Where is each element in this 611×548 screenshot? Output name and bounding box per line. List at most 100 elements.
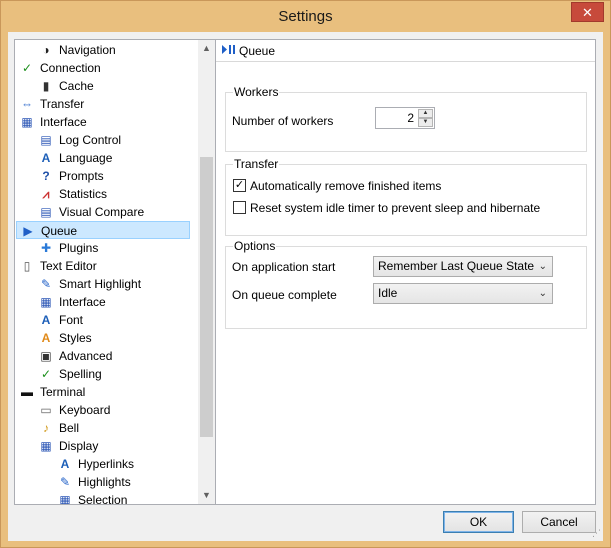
smart-highlight-icon: ✎: [40, 276, 52, 291]
on-start-label: On application start: [232, 260, 336, 274]
tree-item-label: Styles: [59, 331, 92, 345]
styles-icon: A: [41, 330, 51, 345]
spin-up-icon[interactable]: ▲: [418, 109, 433, 118]
options-group: Options On application start Remember La…: [225, 240, 587, 329]
advanced-icon: ▣: [40, 348, 52, 363]
display-icon: ▦: [40, 438, 52, 453]
cancel-button[interactable]: Cancel: [522, 511, 596, 533]
scroll-up-icon[interactable]: ▲: [198, 40, 215, 57]
tree-item-prompts[interactable]: ? Prompts: [38, 167, 103, 185]
tree-item-label: Selection: [78, 493, 128, 505]
pane-header: Queue: [216, 40, 595, 62]
tree-item-label: Advanced: [59, 349, 113, 363]
tree-item-advanced[interactable]: ▣ Advanced: [38, 347, 112, 365]
tree-scrollbar[interactable]: ▲ ▼: [198, 40, 215, 504]
tree-item-display[interactable]: ▦ Display: [38, 437, 98, 455]
tree-item-terminal[interactable]: ▬ Terminal: [19, 383, 85, 401]
tree-item-label: Highlights: [78, 475, 131, 489]
workers-group-title: Workers: [233, 85, 280, 99]
tree-item-label: Statistics: [59, 187, 108, 201]
terminal-icon: ▬: [21, 384, 33, 399]
tree-item-label: Hyperlinks: [78, 457, 135, 471]
tree-item-label: Interface: [40, 115, 87, 129]
connection-icon: ✓: [21, 60, 33, 75]
bell-icon: ♪: [43, 420, 49, 435]
scrollbar-thumb[interactable]: [200, 157, 213, 437]
tree-item-visual-compare[interactable]: ▤ Visual Compare: [38, 203, 144, 221]
tree-item-language[interactable]: A Language: [38, 149, 113, 167]
ok-button[interactable]: OK: [443, 511, 514, 533]
tree-item-keyboard[interactable]: ▭ Keyboard: [38, 401, 110, 419]
tree-item-font[interactable]: A Font: [38, 311, 83, 329]
queue-settings-pane: Queue Workers Number of workers 2 ▲ ▼ Tr…: [215, 39, 596, 505]
close-button[interactable]: ✕: [571, 2, 604, 22]
tree-item-bell[interactable]: ♪ Bell: [38, 419, 79, 437]
tree-item-smart-highlight[interactable]: ✎ Smart Highlight: [38, 275, 141, 293]
tree-item-label: Queue: [41, 224, 78, 238]
tree-item-label: Plugins: [59, 241, 99, 255]
tree-item-highlights[interactable]: ✎ Highlights: [57, 473, 131, 491]
tree-item-selection[interactable]: ▦ Selection: [57, 491, 128, 505]
on-complete-dropdown[interactable]: Idle ⌄: [373, 283, 553, 304]
settings-window: Settings ✕ ◑ Navigation ✓ Connection ▮ Cache ⇔…: [0, 0, 611, 548]
tree-item-cache[interactable]: ▮ Cache: [38, 77, 94, 95]
auto-remove-checkbox[interactable]: ✓ Automatically remove finished items: [233, 179, 441, 193]
tree-item-transfer[interactable]: ⇔ Transfer: [19, 95, 84, 113]
window-title: Settings: [278, 8, 333, 25]
number-of-workers-spinner[interactable]: 2 ▲ ▼: [375, 107, 435, 129]
selection-icon: ▦: [59, 492, 71, 505]
options-group-title: Options: [233, 239, 277, 253]
log-control-icon: ▤: [40, 132, 52, 147]
on-complete-value: Idle: [378, 286, 398, 300]
number-of-workers-value: 2: [407, 111, 414, 125]
queue-icon: [222, 40, 236, 62]
transfer-group-title: Transfer: [233, 157, 280, 171]
hyperlinks-icon: A: [60, 456, 70, 471]
on-start-value: Remember Last Queue State: [378, 259, 535, 273]
on-start-dropdown[interactable]: Remember Last Queue State ⌄: [373, 256, 553, 277]
tree-item-queue[interactable]: ▶ Queue: [16, 221, 190, 239]
scroll-down-icon[interactable]: ▼: [198, 487, 215, 504]
tree-item-label: Connection: [40, 61, 101, 75]
tree-item-text-editor[interactable]: ▯ Text Editor: [19, 257, 97, 275]
tree-item-styles[interactable]: A Styles: [38, 329, 92, 347]
pane-title: Queue: [239, 44, 276, 58]
tree-item-statistics[interactable]: ⩘ Statistics: [38, 185, 107, 203]
reset-idle-checkbox[interactable]: Reset system idle timer to prevent sleep…: [233, 201, 540, 215]
keyboard-icon: ▭: [40, 402, 52, 417]
tree-item-label: Terminal: [40, 385, 86, 399]
interface-icon: ▦: [21, 114, 33, 129]
resize-grip-icon[interactable]: ⋰: [592, 528, 601, 539]
auto-remove-label: Automatically remove finished items: [250, 179, 442, 193]
tree-item-label: Font: [59, 313, 84, 327]
tree-item-spelling[interactable]: ✓ Spelling: [38, 365, 102, 383]
tree-item-hyperlinks[interactable]: A Hyperlinks: [57, 455, 134, 473]
tree-item-label: Language: [59, 151, 113, 165]
reset-idle-label: Reset system idle timer to prevent sleep…: [250, 201, 541, 215]
tree-item-label: Bell: [59, 421, 80, 435]
tree-item-label: Visual Compare: [59, 205, 145, 219]
highlights-icon: ✎: [59, 474, 71, 489]
tree-item-log-control[interactable]: ▤ Log Control: [38, 131, 121, 149]
tree-item-connection[interactable]: ✓ Connection: [19, 59, 101, 77]
dialog-body: ◑ Navigation ✓ Connection ▮ Cache ⇔ Transfer ▦ In…: [8, 32, 603, 541]
tree-item-navigation[interactable]: ◑ Navigation: [38, 41, 116, 59]
reset-idle-check-icon[interactable]: [233, 201, 246, 215]
tree-item-plugins[interactable]: ✚ Plugins: [38, 239, 98, 257]
chevron-down-icon: ⌄: [538, 261, 547, 272]
tree-item-label: Navigation: [59, 43, 116, 57]
queue-icon: ▶: [23, 223, 33, 238]
navigation-icon: ◑: [42, 42, 50, 57]
tree-item-label: Text Editor: [40, 259, 97, 273]
tree-item-label: Interface: [59, 295, 106, 309]
tree-item-label: Cache: [59, 79, 94, 93]
visual-compare-icon: ▤: [40, 204, 52, 219]
chevron-down-icon: ⌄: [538, 288, 547, 299]
tree-item-interface[interactable]: ▦ Interface: [38, 293, 106, 311]
number-of-workers-label: Number of workers: [232, 114, 334, 128]
settings-tree: ◑ Navigation ✓ Connection ▮ Cache ⇔ Transfer ▦ In…: [14, 39, 216, 505]
interface-icon: ▦: [40, 294, 52, 309]
tree-item-interface[interactable]: ▦ Interface: [19, 113, 87, 131]
auto-remove-check-icon[interactable]: ✓: [233, 179, 246, 193]
spin-down-icon[interactable]: ▼: [418, 118, 433, 127]
